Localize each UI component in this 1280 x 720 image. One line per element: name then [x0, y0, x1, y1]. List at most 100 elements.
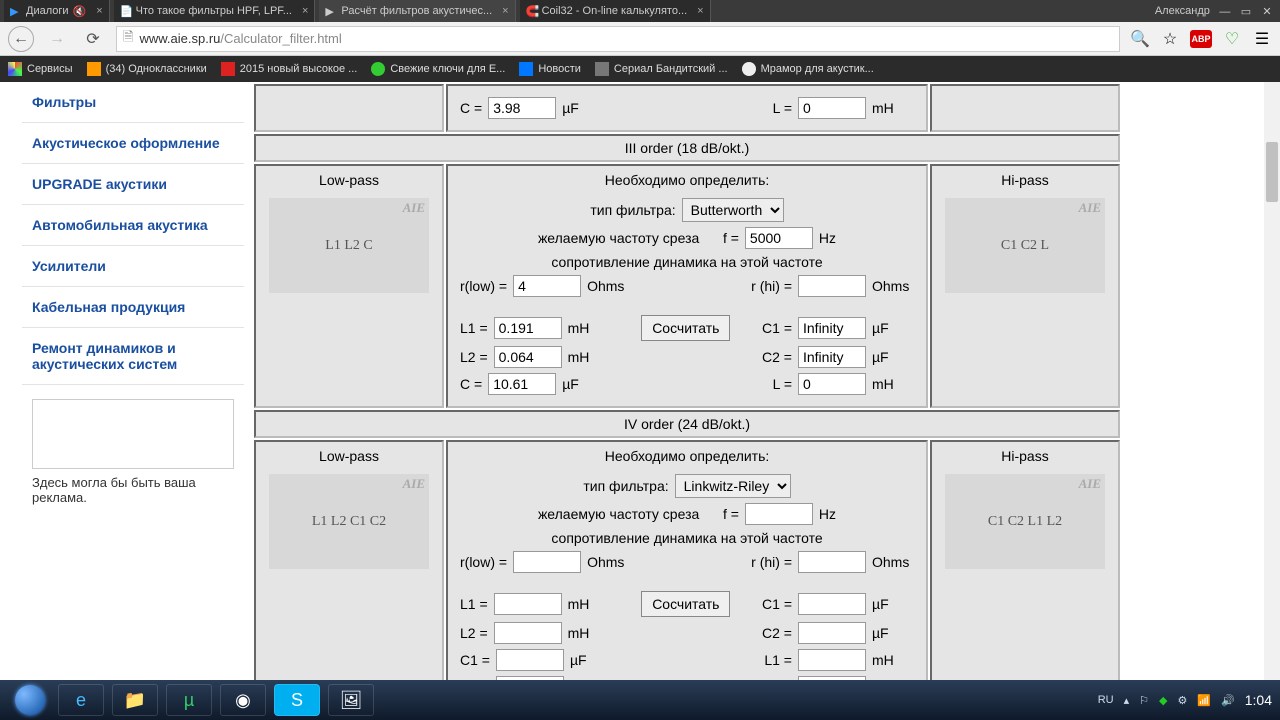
- freq-label: желаемую частоту среза: [538, 230, 699, 246]
- unit: mH: [568, 625, 610, 641]
- c1-input-3[interactable]: [798, 317, 866, 339]
- shield-icon[interactable]: ♡: [1222, 29, 1242, 49]
- tray-solve-icon[interactable]: ⚐: [1139, 694, 1149, 707]
- l2-input-3[interactable]: [494, 346, 562, 368]
- lang-indicator[interactable]: RU: [1098, 694, 1114, 706]
- taskbar-app-photos[interactable]: 🖼: [328, 684, 374, 716]
- page-scrollbar[interactable]: [1264, 82, 1280, 680]
- sidebar-item-5[interactable]: Кабельная продукция: [22, 287, 244, 328]
- rlow-label: r(low) =: [460, 278, 507, 294]
- back-button[interactable]: ←: [8, 26, 34, 52]
- close-icon[interactable]: ×: [691, 5, 703, 17]
- rhi-label: r (hi) =: [751, 278, 792, 294]
- bookmark-1[interactable]: (34) Одноклассники: [87, 62, 207, 76]
- start-button[interactable]: [8, 682, 52, 718]
- c1l-input-4[interactable]: [496, 649, 564, 671]
- l-input-3[interactable]: [798, 373, 866, 395]
- taskbar-app-ie[interactable]: e: [58, 684, 104, 716]
- l1-label: L1 =: [460, 596, 488, 612]
- site-icon: ▶: [325, 5, 337, 17]
- close-window-icon[interactable]: ✕: [1258, 5, 1276, 18]
- c1r-input-4[interactable]: [798, 593, 866, 615]
- filter-type-label: тип фильтра:: [583, 478, 668, 494]
- filter-type-select-3[interactable]: Butterworth: [682, 198, 784, 222]
- taskbar-app-skype[interactable]: S: [274, 684, 320, 716]
- tray-gear-icon[interactable]: ⚙: [1177, 694, 1187, 707]
- tab-label: Coil32 - On-line калькулято...: [542, 5, 688, 17]
- maximize-icon[interactable]: ▭: [1237, 5, 1255, 18]
- l2-input-4[interactable]: [494, 622, 562, 644]
- taskbar-app-torrent[interactable]: µ: [166, 684, 212, 716]
- ad-caption: Здесь могла бы быть ваша реклама.: [32, 475, 234, 505]
- l-label: L =: [773, 100, 792, 116]
- tray-up-icon[interactable]: ▴: [1124, 694, 1130, 707]
- sidebar-item-1[interactable]: Акустическое оформление: [22, 123, 244, 164]
- sidebar-item-0[interactable]: Фильтры: [22, 82, 244, 123]
- close-icon[interactable]: ×: [496, 5, 508, 17]
- l1r-input-4[interactable]: [798, 649, 866, 671]
- rlow-input-4[interactable]: [513, 551, 581, 573]
- c-input[interactable]: [488, 97, 556, 119]
- close-icon[interactable]: ×: [90, 5, 102, 17]
- bookmark-2[interactable]: 2015 новый высокое ...: [221, 62, 358, 76]
- freq-input-4[interactable]: [745, 503, 813, 525]
- sidebar-item-3[interactable]: Автомобильная акустика: [22, 205, 244, 246]
- minimize-icon[interactable]: —: [1216, 6, 1234, 18]
- c2-input-3[interactable]: [798, 346, 866, 368]
- sidebar-item-6[interactable]: Ремонт динамиков и акустических систем: [22, 328, 244, 385]
- rhi-input-3[interactable]: [798, 275, 866, 297]
- bookmarks-bar: Сервисы (34) Одноклассники 2015 новый вы…: [0, 56, 1280, 82]
- zoom-icon[interactable]: 🔍: [1130, 29, 1150, 49]
- bookmark-6[interactable]: Мрамор для акустик...: [742, 62, 874, 76]
- menu-icon[interactable]: ☰: [1252, 29, 1272, 49]
- apps-button[interactable]: Сервисы: [8, 62, 73, 76]
- c-input-3[interactable]: [488, 373, 556, 395]
- l1-input-3[interactable]: [494, 317, 562, 339]
- browser-tab-3[interactable]: 🧲 Coil32 - On-line калькулято... ×: [520, 0, 711, 22]
- taskbar-app-chrome[interactable]: ◉: [220, 684, 266, 716]
- tab-label: Расчёт фильтров акустичес...: [341, 5, 492, 17]
- url-input[interactable]: 🗎 www.aie.sp.ru/Calculator_filter.html: [116, 26, 1120, 52]
- taskbar-app-explorer[interactable]: 📁: [112, 684, 158, 716]
- bookmark-5[interactable]: Сериал Бандитский ...: [595, 62, 728, 76]
- star-icon[interactable]: ☆: [1160, 29, 1180, 49]
- order3-header: III order (18 dB/okt.): [254, 134, 1120, 162]
- browser-tab-1[interactable]: 📄 Что такое фильтры HPF, LPF... ×: [114, 0, 316, 22]
- rhi-input-4[interactable]: [798, 551, 866, 573]
- clock[interactable]: 1:04: [1245, 692, 1272, 708]
- address-bar: ← → ⟳ 🗎 www.aie.sp.ru/Calculator_filter.…: [0, 22, 1280, 56]
- mute-icon[interactable]: 🔇: [73, 5, 87, 18]
- forward-button[interactable]: →: [44, 26, 70, 52]
- sidebar-item-2[interactable]: UPGRADE акустики: [22, 164, 244, 205]
- tray-network-icon[interactable]: 📶: [1197, 694, 1211, 707]
- rlow-input-3[interactable]: [513, 275, 581, 297]
- c1-label: C1 =: [762, 320, 792, 336]
- schematic-hipass-4: AIEC1 C2 L1 L2: [945, 474, 1105, 569]
- unit: µF: [562, 376, 604, 392]
- tray-kis-icon[interactable]: ◆: [1159, 694, 1167, 707]
- close-icon[interactable]: ×: [296, 5, 308, 17]
- l1-input-4[interactable]: [494, 593, 562, 615]
- windows-taskbar: e 📁 µ ◉ S 🖼 RU ▴ ⚐ ◆ ⚙ 📶 🔊 1:04: [0, 680, 1280, 720]
- sidebar-item-4[interactable]: Усилители: [22, 246, 244, 287]
- site-info-icon[interactable]: 🗎: [123, 28, 133, 50]
- browser-tab-2[interactable]: ▶ Расчёт фильтров акустичес... ×: [319, 0, 515, 22]
- scroll-thumb[interactable]: [1266, 142, 1278, 202]
- c2r-input-4[interactable]: [798, 622, 866, 644]
- reload-button[interactable]: ⟳: [80, 26, 106, 52]
- imp-label: сопротивление динамика на этой частоте: [551, 530, 822, 546]
- tray-volume-icon[interactable]: 🔊: [1221, 694, 1235, 707]
- username: Александр: [1155, 5, 1210, 17]
- site-icon: [595, 62, 609, 76]
- calc-button-4[interactable]: Сосчитать: [641, 591, 730, 617]
- bookmark-4[interactable]: Новости: [519, 62, 581, 76]
- l-input[interactable]: [798, 97, 866, 119]
- freq-input-3[interactable]: [745, 227, 813, 249]
- browser-tab-0[interactable]: ▶ Диалоги 🔇 ×: [4, 0, 110, 22]
- f-eq: f =: [723, 506, 739, 522]
- imp-label: сопротивление динамика на этой частоте: [551, 254, 822, 270]
- adblock-icon[interactable]: ABP: [1190, 30, 1212, 48]
- filter-type-select-4[interactable]: Linkwitz-Riley: [675, 474, 791, 498]
- bookmark-3[interactable]: Свежие ключи для E...: [371, 62, 505, 76]
- calc-button-3[interactable]: Сосчитать: [641, 315, 730, 341]
